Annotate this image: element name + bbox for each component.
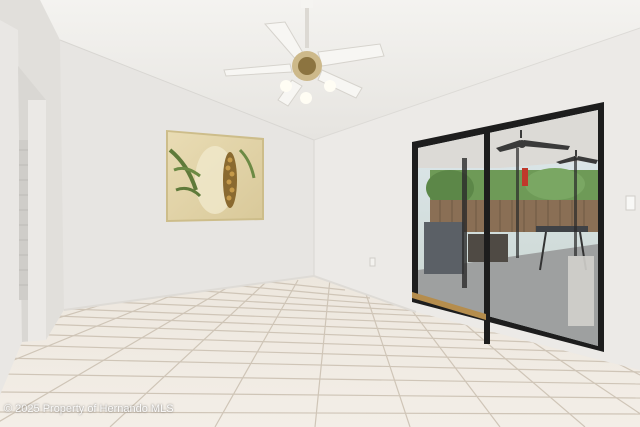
wall-outlet	[369, 257, 376, 267]
wall-corner	[28, 100, 46, 342]
light-switch	[625, 195, 636, 211]
room-illustration	[0, 0, 640, 427]
room-photo: © 2025 Property of Hernando MLS	[0, 0, 640, 427]
hallway-vent	[19, 140, 28, 300]
mls-watermark: © 2025 Property of Hernando MLS	[4, 403, 174, 415]
wall-painting	[166, 130, 264, 222]
